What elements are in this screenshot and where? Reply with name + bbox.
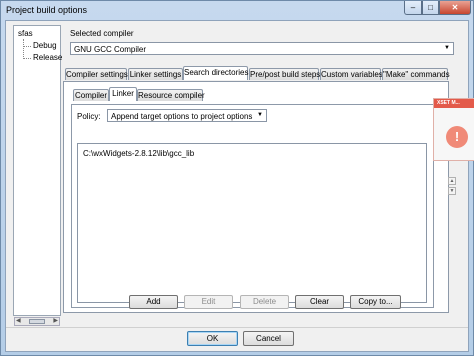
- chevron-down-icon: ▼: [257, 112, 263, 118]
- tab-custom-variables[interactable]: Custom variables: [320, 68, 383, 80]
- dialog-client-area: sfas Debug Release ◀ ▶ Selected compiler…: [5, 20, 469, 352]
- subtab-compiler[interactable]: Compiler: [73, 89, 109, 101]
- minimize-button[interactable]: –: [404, 1, 422, 15]
- delete-button[interactable]: Delete: [240, 295, 289, 309]
- dialog-window: Project build options – □ ✕ sfas Debug R…: [0, 0, 474, 356]
- list-item[interactable]: C:\wxWidgets-2.8.12\lib\gcc_lib: [83, 149, 194, 158]
- ok-button[interactable]: OK: [187, 331, 238, 346]
- subtab-resource-compiler[interactable]: Resource compiler: [137, 89, 205, 101]
- copy-to-button[interactable]: Copy to...: [350, 295, 401, 309]
- warning-icon: !: [446, 126, 468, 148]
- selected-compiler-label: Selected compiler: [70, 29, 134, 38]
- add-button[interactable]: Add: [129, 295, 178, 309]
- target-tree[interactable]: sfas Debug Release: [13, 25, 62, 316]
- search-directories-panel: Compiler Linker Resource compiler Policy…: [63, 81, 449, 313]
- window-title: Project build options: [6, 5, 88, 15]
- tree-connector: [23, 46, 31, 47]
- scroll-right-icon[interactable]: ▶: [53, 318, 58, 325]
- tree-horizontal-scrollbar[interactable]: ◀ ▶: [14, 317, 60, 326]
- move-up-icon[interactable]: ▲: [448, 177, 456, 185]
- chevron-down-icon: ▼: [444, 45, 450, 51]
- tree-item-root[interactable]: sfas: [18, 29, 33, 38]
- notification-popup[interactable]: XSET M... !: [433, 98, 474, 161]
- policy-select[interactable]: Append target options to project options…: [107, 109, 267, 122]
- maximize-button[interactable]: □: [422, 1, 439, 15]
- tab-search-directories[interactable]: Search directories: [183, 66, 248, 80]
- compiler-select[interactable]: GNU GCC Compiler ▼: [70, 42, 454, 55]
- cancel-button[interactable]: Cancel: [243, 331, 294, 346]
- clear-button[interactable]: Clear: [295, 295, 344, 309]
- compiler-select-value: GNU GCC Compiler: [74, 45, 147, 54]
- scrollbar-thumb[interactable]: [29, 319, 45, 324]
- subtab-linker[interactable]: Linker: [109, 87, 137, 101]
- tree-connector: [23, 58, 31, 59]
- move-down-icon[interactable]: ▼: [448, 187, 456, 195]
- directories-list[interactable]: C:\wxWidgets-2.8.12\lib\gcc_lib: [77, 143, 427, 303]
- policy-select-value: Append target options to project options: [111, 112, 253, 121]
- tab-linker-settings[interactable]: Linker settings: [128, 68, 183, 80]
- tab-make-commands[interactable]: "Make" commands: [382, 68, 450, 80]
- tree-item-debug[interactable]: Debug: [33, 41, 57, 50]
- scroll-left-icon[interactable]: ◀: [16, 318, 21, 325]
- notification-header: XSET M...: [434, 99, 474, 108]
- policy-label: Policy:: [77, 112, 101, 121]
- tree-connector: [23, 39, 24, 59]
- tree-item-release[interactable]: Release: [33, 53, 62, 62]
- footer-separator: [6, 327, 468, 328]
- linker-dirs-panel: Policy: Append target options to project…: [71, 104, 434, 308]
- tab-pre-post-build-steps[interactable]: Pre/post build steps: [249, 68, 320, 80]
- title-bar[interactable]: Project build options – □ ✕: [1, 1, 473, 19]
- close-button[interactable]: ✕: [439, 1, 471, 15]
- tab-compiler-settings[interactable]: Compiler settings: [65, 68, 128, 80]
- edit-button[interactable]: Edit: [184, 295, 233, 309]
